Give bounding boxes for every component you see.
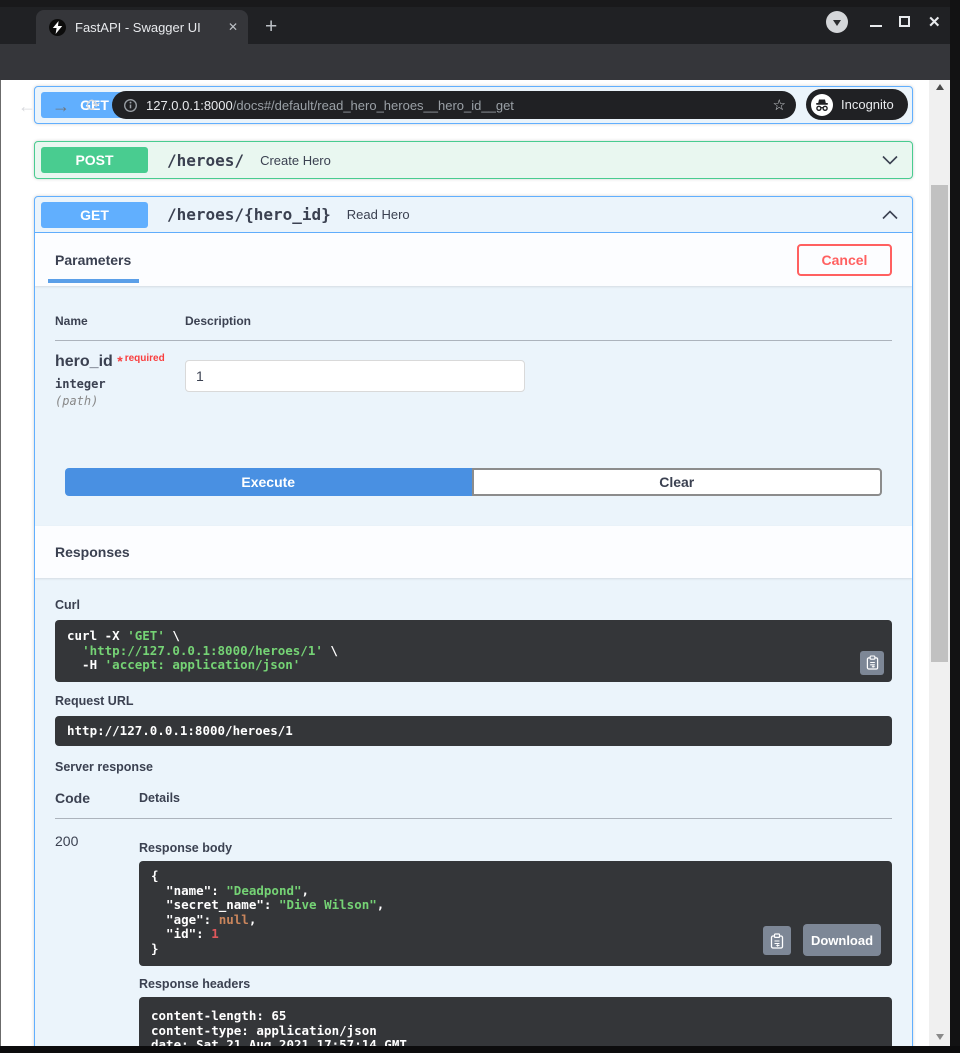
- request-url-value: http://127.0.0.1:8000/heroes/1: [67, 722, 293, 738]
- window-minimize-button[interactable]: [870, 25, 882, 27]
- incognito-icon: [811, 93, 833, 116]
- window-maximize-button[interactable]: [899, 16, 910, 27]
- column-header-description: Description: [185, 314, 892, 341]
- column-header-details: Details: [139, 790, 892, 819]
- url-path: /docs#/default/read_hero_heroes__hero_id…: [232, 97, 514, 113]
- parameter-location: (path): [55, 394, 99, 408]
- curl-label: Curl: [55, 598, 80, 612]
- window-close-button[interactable]: ✕: [928, 13, 941, 31]
- status-code: 200: [55, 833, 79, 849]
- required-asterisk: *: [117, 353, 123, 369]
- method-badge-get: GET: [41, 201, 148, 228]
- method-badge-post: POST: [41, 147, 148, 173]
- endpoint-summary: Read Hero: [346, 207, 410, 222]
- incognito-badge: Incognito: [806, 89, 908, 120]
- opblock-summary-read-hero[interactable]: GET /heroes/{hero_id} Read Hero: [35, 197, 912, 233]
- browser-update-menu-button[interactable]: [826, 11, 848, 33]
- new-tab-button[interactable]: +: [265, 14, 277, 40]
- chevron-down-icon: [833, 19, 841, 26]
- curl-command: curl -X 'GET' \ 'http://127.0.0.1:8000/h…: [67, 628, 338, 672]
- scrollbar-up-arrow-icon[interactable]: [929, 81, 950, 93]
- parameter-type: integer: [55, 377, 106, 391]
- scrollbar-down-arrow-icon[interactable]: [929, 1031, 950, 1043]
- forward-button[interactable]: →: [52, 92, 70, 120]
- url-host: 127.0.0.1:8000: [146, 97, 233, 113]
- download-button[interactable]: Download: [803, 924, 881, 956]
- tab-parameters[interactable]: Parameters: [55, 252, 131, 268]
- window-right-edge: [950, 0, 960, 1053]
- hero-id-input[interactable]: [185, 360, 525, 392]
- execute-button-group: Execute Clear: [35, 408, 912, 526]
- request-url-label: Request URL: [55, 693, 134, 708]
- column-header-name: Name: [55, 314, 185, 341]
- parameter-name: hero_id * required: [55, 353, 165, 370]
- responses-section-header: Responses: [35, 526, 912, 578]
- chevron-down-icon[interactable]: [882, 155, 898, 165]
- back-button[interactable]: ←: [18, 92, 36, 120]
- active-tab-underline: [48, 279, 139, 283]
- window-titlebar: [0, 0, 960, 7]
- server-response-label: Server response: [55, 760, 153, 774]
- opblock-create-hero: POST /heroes/ Create Hero: [34, 141, 913, 179]
- window-bottom-edge: [0, 1046, 960, 1053]
- opblock-summary-create-hero[interactable]: POST /heroes/ Create Hero: [35, 142, 912, 178]
- copy-response-button[interactable]: [763, 926, 791, 955]
- response-headers-block: content-length: 65 content-type: applica…: [139, 997, 892, 1053]
- parameters-table: Name Description hero_id * required integ…: [35, 286, 912, 408]
- browser-toolbar: ← → ⟳ 127.0.0.1:8000 /docs#/default/read…: [0, 44, 960, 120]
- request-url-block: http://127.0.0.1:8000/heroes/1: [55, 715, 892, 746]
- tab-title: FastAPI - Swagger UI: [75, 19, 201, 35]
- address-bar[interactable]: 127.0.0.1:8000 /docs#/default/read_hero_…: [112, 91, 796, 119]
- response-body-label: Response body: [139, 841, 233, 855]
- parameter-row: hero_id * required integer (path): [55, 341, 892, 408]
- required-label: required: [124, 353, 165, 364]
- fastapi-favicon-icon: [49, 18, 66, 36]
- incognito-label: Incognito: [841, 97, 894, 112]
- browser-chrome: FastAPI - Swagger UI ✕ + ✕ ← → ⟳ 127.0.0…: [0, 0, 960, 120]
- swagger-page: GET /heroes/ Read Heroes POST /heroes/ C…: [0, 80, 929, 1053]
- clear-button[interactable]: Clear: [471, 468, 882, 496]
- endpoint-path: /heroes/: [167, 150, 245, 170]
- endpoint-path: /heroes/{hero_id}: [167, 205, 331, 224]
- response-headers-label: Response headers: [139, 977, 251, 991]
- execute-button[interactable]: Execute: [65, 468, 472, 496]
- site-info-icon[interactable]: [123, 98, 138, 113]
- scrollbar-thumb[interactable]: [931, 185, 948, 662]
- bookmark-star-icon[interactable]: ☆: [773, 96, 786, 114]
- scrollbar[interactable]: [929, 80, 950, 1046]
- curl-command-block: curl -X 'GET' \ 'http://127.0.0.1:8000/h…: [55, 620, 892, 682]
- opblock-read-hero: GET /heroes/{hero_id} Read Hero Paramete…: [34, 196, 913, 1053]
- server-response-table: Code Details 200 Response body { "name":…: [55, 790, 892, 1053]
- response-row: 200 Response body { "name": "Deadpond", …: [55, 819, 892, 1053]
- chevron-up-icon[interactable]: [882, 209, 898, 220]
- column-header-code: Code: [55, 790, 139, 819]
- responses-title: Responses: [55, 544, 130, 560]
- tab-close-icon[interactable]: ✕: [228, 20, 238, 34]
- parameters-section-header: Parameters Cancel: [35, 233, 912, 286]
- copy-curl-button[interactable]: [860, 650, 884, 675]
- response-body-block: { "name": "Deadpond", "secret_name": "Di…: [139, 861, 892, 966]
- endpoint-summary: Create Hero: [260, 152, 331, 168]
- cancel-button[interactable]: Cancel: [797, 243, 892, 276]
- reload-button[interactable]: ⟳: [86, 92, 100, 120]
- browser-tab[interactable]: FastAPI - Swagger UI ✕: [36, 10, 248, 44]
- responses-content: Curl curl -X 'GET' \ 'http://127.0.0.1:8…: [35, 578, 912, 1053]
